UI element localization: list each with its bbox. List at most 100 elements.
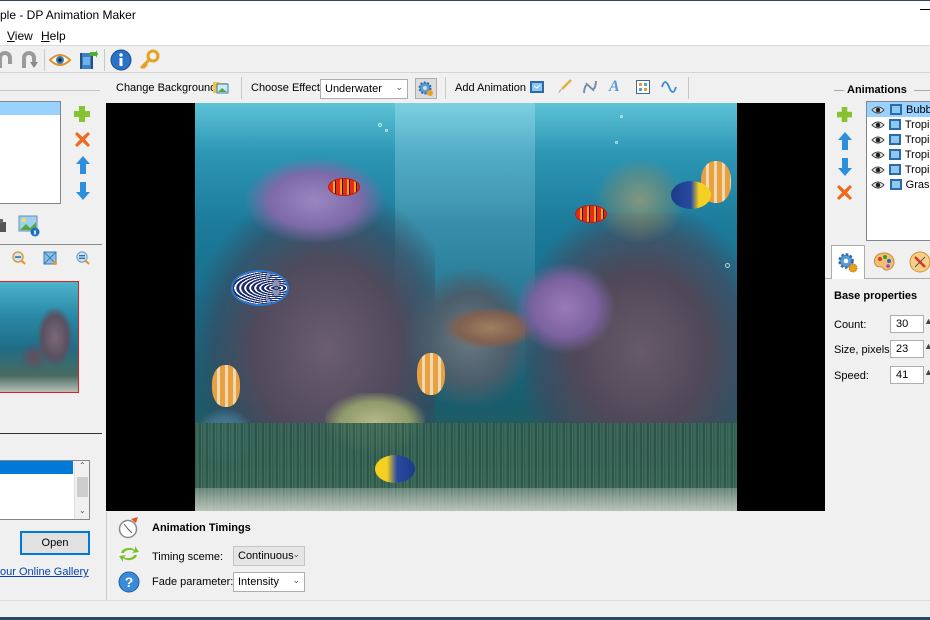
animation-list-item[interactable]: Bubbl <box>867 102 930 117</box>
move-animation-down-icon[interactable] <box>838 158 852 179</box>
move-up-icon[interactable] <box>76 156 90 177</box>
animation-list-item[interactable]: Tropic <box>867 117 930 132</box>
sand-floor <box>195 488 737 511</box>
animation-list-item-label: Tropic <box>904 133 930 146</box>
timing-scheme-value: Continuous <box>238 550 294 562</box>
count-input[interactable]: 30 <box>890 315 924 333</box>
underwater-scene[interactable] <box>195 103 737 511</box>
menu-help-accel: H <box>41 29 50 43</box>
animations-panel: Animations Bubbl Tropic Tropic Tropic Tropic… <box>825 75 930 600</box>
move-animation-up-icon[interactable] <box>838 132 852 153</box>
timings-title: Animation Timings <box>152 522 251 534</box>
preview-eye-icon[interactable] <box>49 49 71 71</box>
brush-icon[interactable] <box>556 79 572 98</box>
count-spinner[interactable]: ▲ <box>924 316 930 326</box>
animation-list-item[interactable]: Grass <box>867 177 930 192</box>
image-info-icon[interactable] <box>18 215 40 240</box>
visibility-eye-icon[interactable] <box>871 135 886 145</box>
zoom-in-icon[interactable] <box>76 251 90 268</box>
zoom-out-icon[interactable] <box>12 251 26 268</box>
compass-icon <box>909 251 930 273</box>
change-background-button[interactable]: Change Background <box>116 82 216 94</box>
video-clip-icon[interactable] <box>530 80 544 97</box>
delete-animation-icon[interactable] <box>837 185 852 203</box>
animation-list-item-label: Grass <box>905 178 930 191</box>
zoom-fit-icon[interactable] <box>43 251 57 268</box>
size-input[interactable]: 23 <box>890 340 924 358</box>
size-label: Size, pixels: <box>834 344 893 356</box>
scroll-thumb[interactable] <box>77 477 88 497</box>
minimize-button[interactable] <box>920 9 930 10</box>
text-icon[interactable]: A <box>609 78 620 96</box>
fade-parameter-select[interactable]: Intensity ⌄ <box>233 572 305 592</box>
animation-list-item[interactable]: Tropic <box>867 147 930 162</box>
tab-motion[interactable] <box>903 245 930 279</box>
svg-text:?: ? <box>125 574 134 590</box>
online-gallery-link[interactable]: our Online Gallery <box>0 566 89 578</box>
scenes-list-item-selected[interactable] <box>0 102 60 115</box>
add-scene-icon[interactable] <box>74 106 90 125</box>
export-video-icon[interactable] <box>77 49 99 71</box>
sprite-grid-icon[interactable] <box>636 80 650 97</box>
effects-toolbar: Change Background Choose Effect: Underwa… <box>106 75 825 101</box>
info-icon[interactable] <box>110 49 132 71</box>
timing-scheme-select[interactable]: Continuous ⌄ <box>233 546 305 566</box>
visibility-eye-icon[interactable] <box>871 120 886 130</box>
fish-yellow-blue <box>671 181 711 209</box>
gallery-list[interactable]: ⌃ ⌄ <box>0 460 90 520</box>
speed-label: Speed: <box>834 370 869 382</box>
camera-icon[interactable] <box>0 218 6 237</box>
fade-parameter-value: Intensity <box>238 576 279 588</box>
undo-icon[interactable] <box>0 49 16 71</box>
effect-select[interactable]: Underwater ⌄ <box>320 79 408 99</box>
menu-help[interactable]: Help <box>41 29 66 43</box>
animations-list[interactable]: Bubbl Tropic Tropic Tropic Tropic Grass <box>866 101 930 241</box>
menu-view-accel: V <box>7 29 15 43</box>
key-icon[interactable] <box>138 49 160 71</box>
gallery-list-item-selected[interactable] <box>0 461 73 474</box>
scenes-list[interactable] <box>0 101 61 204</box>
visibility-eye-icon[interactable] <box>871 150 886 160</box>
menu-view[interactable]: View <box>7 29 33 43</box>
scene-thumbnail[interactable] <box>0 281 79 393</box>
animation-list-item[interactable]: Tropic <box>867 162 930 177</box>
bubble <box>385 129 388 132</box>
move-down-icon[interactable] <box>76 182 90 203</box>
open-button[interactable]: Open <box>20 531 90 555</box>
wave-icon[interactable] <box>661 79 677 98</box>
animation-type-icon <box>889 149 902 160</box>
speed-input[interactable]: 41 <box>890 366 924 384</box>
base-properties-title: Base properties <box>834 290 918 302</box>
size-spinner[interactable]: ▲ <box>924 341 930 351</box>
animation-canvas[interactable] <box>106 103 825 511</box>
branch-coral <box>595 158 685 243</box>
effect-select-value: Underwater <box>325 83 382 95</box>
toolbar-separator <box>688 77 689 99</box>
tab-base-properties[interactable] <box>831 245 865 279</box>
help-icon[interactable]: ? <box>118 571 140 596</box>
visibility-eye-icon[interactable] <box>871 165 886 175</box>
panel-divider <box>0 244 102 245</box>
delete-scene-icon[interactable] <box>75 132 90 150</box>
menu-help-rest: elp <box>49 29 66 43</box>
background-image-icon[interactable] <box>213 79 229 98</box>
scroll-up-arrow[interactable]: ⌃ <box>79 461 86 470</box>
add-animation-icon[interactable] <box>837 107 852 125</box>
group-line <box>914 90 930 91</box>
count-value: 30 <box>896 318 909 330</box>
redo-icon[interactable] <box>18 49 40 71</box>
bubble <box>725 263 730 268</box>
gallery-scrollbar[interactable]: ⌃ ⌄ <box>74 461 89 519</box>
visibility-eye-icon[interactable] <box>871 105 887 115</box>
effect-settings-button[interactable] <box>415 78 437 99</box>
tab-colors[interactable] <box>867 245 901 279</box>
scroll-down-arrow[interactable]: ⌄ <box>79 506 86 515</box>
animation-list-item-label: Tropic <box>904 163 930 176</box>
path-icon[interactable] <box>582 79 598 98</box>
timing-scheme-label: Timing sceme: <box>152 551 224 563</box>
speed-spinner[interactable]: ▲ <box>924 367 930 377</box>
animations-title: Animations <box>847 84 907 96</box>
visibility-eye-icon[interactable] <box>871 180 887 190</box>
animation-list-item[interactable]: Tropic <box>867 132 930 147</box>
chevron-down-icon: ⌄ <box>292 549 300 559</box>
